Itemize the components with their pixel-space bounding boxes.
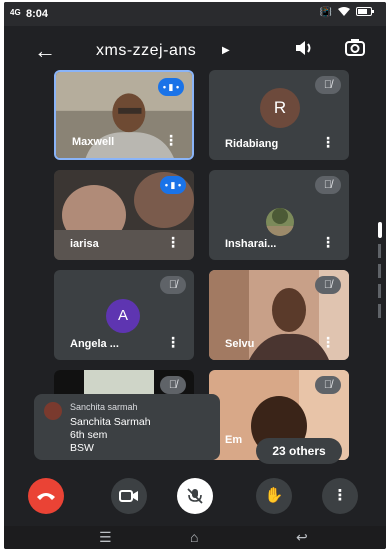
participant-name: Ridabiang	[225, 138, 279, 150]
more-vert-icon[interactable]: ⋮	[166, 234, 180, 251]
signal-label: 4G	[10, 8, 21, 17]
participant-tile-maxwell[interactable]: • ▮ • Maxwell ⋮	[54, 70, 194, 160]
meeting-header: ← xms-zzej-ans ▶	[4, 26, 386, 74]
more-vert-icon[interactable]: ⋮	[321, 134, 335, 151]
mic-button[interactable]	[177, 478, 213, 514]
phone-hangup-icon	[37, 493, 55, 500]
more-vert-icon[interactable]: ⋮	[164, 132, 178, 149]
end-call-button[interactable]	[28, 478, 64, 514]
status-bar: 4G 8:04 📳	[4, 2, 386, 26]
scroll-thumb[interactable]	[378, 222, 382, 238]
speaker-icon[interactable]	[294, 39, 314, 62]
participant-name: Selvu	[225, 338, 255, 350]
participant-tile-insharai[interactable]: 🎙̸ Insharai... ⋮	[209, 170, 349, 260]
back-arrow-icon[interactable]: ←	[34, 38, 56, 64]
phone-screen: 4G 8:04 📳 ← xms-zzej-ans ▶ • ▮ • Maxwell…	[4, 2, 386, 549]
participant-tile-selvu[interactable]: 🎙̸ Selvu ⋮	[209, 270, 349, 360]
hand-icon: ✋	[264, 487, 284, 504]
avatar: R	[260, 88, 300, 128]
scroll-track	[378, 304, 381, 318]
status-icons: 📳	[320, 7, 374, 20]
participant-tile-angela[interactable]: 🎙̸ A Angela ... ⋮	[54, 270, 194, 360]
scrollbar[interactable]	[378, 222, 382, 322]
speaking-indicator-icon: • ▮ •	[158, 78, 184, 96]
battery-icon	[356, 7, 374, 20]
call-controls: ✋ ⋮	[4, 472, 386, 520]
more-vert-icon[interactable]: ⋮	[321, 234, 335, 251]
chat-message: Sanchita Sarmah 6th sem BSW	[70, 416, 151, 454]
participant-name: Insharai...	[225, 238, 277, 250]
participant-tile-iarisa[interactable]: • ▮ • iarisa ⋮	[54, 170, 194, 260]
back-icon[interactable]: ↩	[296, 529, 308, 546]
mic-off-icon: 🎙̸	[315, 276, 341, 294]
caret-right-icon[interactable]: ▶	[222, 45, 230, 56]
more-options-button[interactable]: ⋮	[322, 478, 358, 514]
avatar	[44, 402, 62, 420]
home-icon[interactable]: ⌂	[190, 529, 198, 545]
meeting-code[interactable]: xms-zzej-ans	[96, 42, 196, 60]
participant-name: Angela ...	[70, 338, 119, 350]
chat-sender: Sanchita sarmah	[70, 402, 138, 412]
participant-tile-ridabiang[interactable]: 🎙̸ R Ridabiang ⋮	[209, 70, 349, 160]
participant-name: iarisa	[70, 238, 99, 250]
more-vert-icon: ⋮	[332, 487, 348, 504]
scroll-track	[378, 264, 381, 278]
mic-off-icon	[187, 488, 203, 504]
avatar: A	[106, 299, 140, 333]
mic-off-icon: 🎙̸	[160, 276, 186, 294]
more-vert-icon[interactable]: ⋮	[166, 334, 180, 351]
others-badge[interactable]: 23 others	[256, 438, 342, 464]
scroll-track	[378, 244, 381, 258]
participant-name: Em	[225, 434, 243, 446]
chat-toast[interactable]: Sanchita sarmah Sanchita Sarmah 6th sem …	[34, 394, 220, 460]
android-nav-bar: ☰ ⌂ ↩	[4, 526, 386, 549]
camera-flip-icon[interactable]	[344, 38, 366, 64]
raise-hand-button[interactable]: ✋	[256, 478, 292, 514]
camera-button[interactable]	[111, 478, 147, 514]
participant-name: Maxwell	[72, 136, 115, 148]
video-camera-icon	[119, 490, 138, 502]
mic-off-icon: 🎙̸	[315, 76, 341, 94]
status-time: 8:04	[26, 8, 49, 20]
speaking-indicator-icon: • ▮ •	[160, 176, 186, 194]
scroll-track	[378, 284, 381, 298]
more-vert-icon[interactable]: ⋮	[321, 334, 335, 351]
avatar	[266, 208, 294, 236]
menu-icon[interactable]: ☰	[99, 529, 112, 546]
mic-off-icon: 🎙̸	[315, 176, 341, 194]
mic-off-icon: 🎙̸	[160, 376, 186, 394]
wifi-icon	[338, 7, 350, 20]
mic-off-icon: 🎙̸	[315, 376, 341, 394]
vibrate-icon: 📳	[319, 7, 332, 18]
